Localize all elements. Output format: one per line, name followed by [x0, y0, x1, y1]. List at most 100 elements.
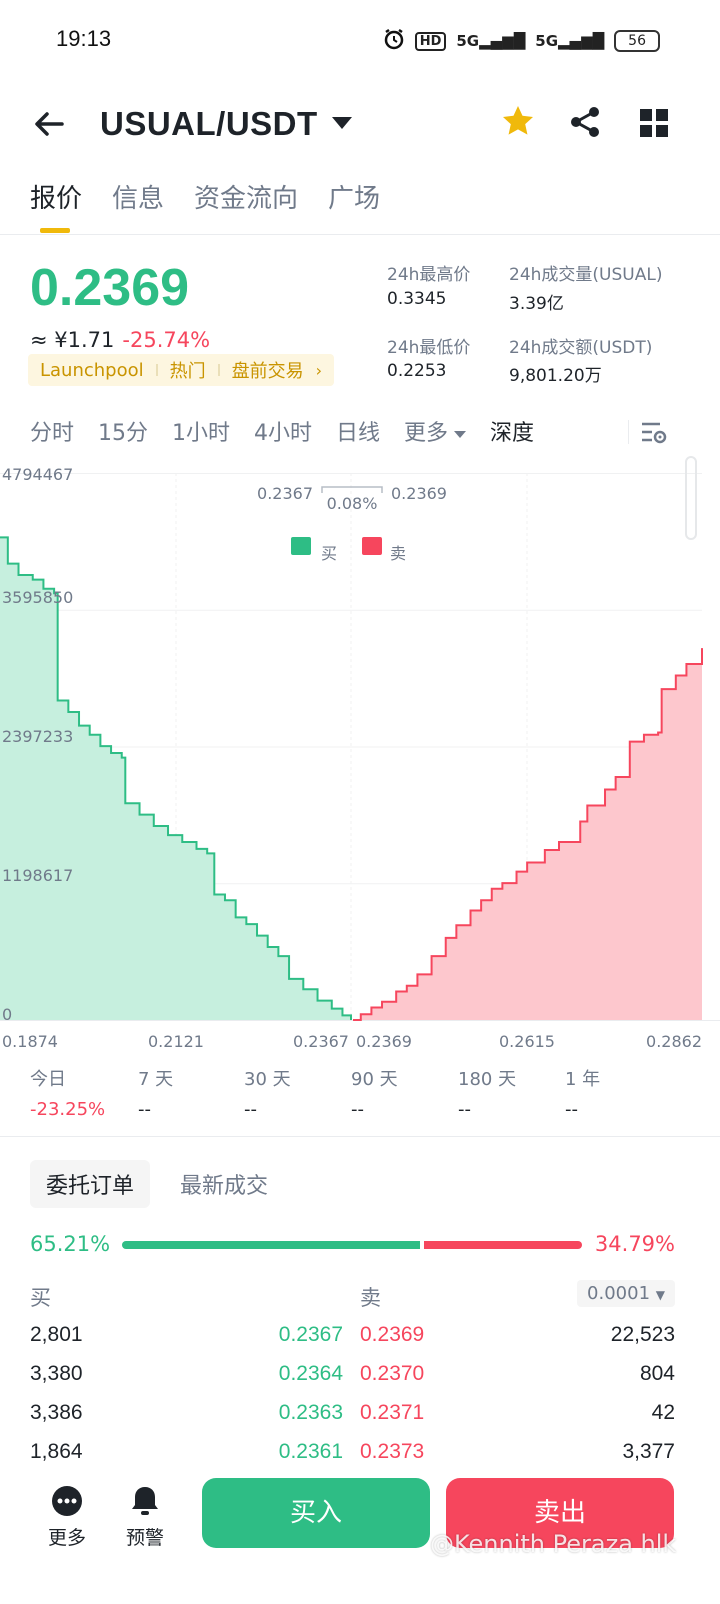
volume-base-label: 24h成交量(USUAL) [509, 265, 663, 285]
bid-quantity: 2,801 [30, 1323, 83, 1346]
ask-price: 0.2370 [360, 1362, 425, 1385]
depth-chart[interactable]: 4794467 3595850 2397233 1198617 0 0.1874 0.212… [0, 455, 720, 1055]
perf-label: 30 天 [244, 1069, 291, 1090]
high-label: 24h最高价 [387, 265, 471, 285]
x-tick-label: 0.2367 [293, 1032, 349, 1051]
tab-quote[interactable]: 报价 [30, 178, 82, 233]
perf-value: -- [565, 1099, 578, 1120]
spread-label: 0.08% [327, 494, 378, 513]
sell-percentage: 34.79% [594, 1232, 675, 1256]
signal-5g-icon-2: 5G▂▄▆█ [535, 32, 605, 50]
perf-180d: 180 天 -- [458, 1065, 516, 1120]
x-tick-label: 0.2615 [499, 1032, 555, 1051]
depth-chart-svg: 4794467 3595850 2397233 1198617 0 0.1874 0.212… [0, 456, 720, 1051]
orderbook-header: 买 卖 0.0001 ▼ [30, 1280, 675, 1314]
perf-value: -- [458, 1099, 471, 1120]
y-tick-label: 0 [2, 1005, 12, 1024]
divider [0, 1136, 720, 1137]
cny-price: ≈ ¥1.71 -25.74% [30, 328, 210, 352]
status-bar: 19:13 HD 5G▂▄▆█ 5G▂▄▆█ 56 [0, 0, 720, 80]
bid-price: 0.2363 [278, 1401, 343, 1424]
divider-vertical [628, 420, 629, 444]
buy-column-label: 买 [30, 1286, 51, 1310]
best-ask-label: 0.2369 [391, 484, 447, 503]
ask-quantity: 3,377 [622, 1440, 675, 1462]
tab-latest-trades[interactable]: 最新成交 [180, 1168, 268, 1200]
bid-quantity: 3,380 [30, 1362, 83, 1385]
watermark-text: @Kennith Peraza hlk [430, 1530, 677, 1558]
interval-4h[interactable]: 4小时 [254, 415, 312, 447]
sell-column-label: 卖 [360, 1286, 381, 1310]
perf-30d: 30 天 -- [244, 1065, 291, 1120]
pair-dropdown-icon[interactable] [332, 117, 352, 129]
precision-select[interactable]: 0.0001 ▼ [577, 1280, 675, 1307]
ask-price: 0.2369 [360, 1323, 425, 1346]
interval-15m[interactable]: 15分 [98, 415, 148, 447]
volume-quote-value: 9,801.20万 [509, 366, 602, 386]
y-tick-label: 4794467 [2, 465, 73, 484]
low-label: 24h最低价 [387, 338, 471, 358]
perf-today: 今日 -23.25% [30, 1065, 105, 1120]
tag-launchpool[interactable]: Launchpool [40, 360, 144, 381]
orderbook-row[interactable]: 1,864 0.2361 0.2373 3,377 [30, 1440, 675, 1462]
tag-bar[interactable]: Launchpool 热门 盘前交易 › [28, 354, 335, 386]
more-label: 更多 [48, 1527, 87, 1549]
bell-icon [132, 1487, 158, 1515]
tag-hot[interactable]: 热门 [170, 357, 206, 383]
interval-timeshare[interactable]: 分时 [30, 415, 74, 447]
tab-square[interactable]: 广场 [328, 178, 380, 215]
perf-label: 今日 [30, 1069, 66, 1090]
status-time: 19:13 [56, 26, 112, 51]
tag-premarket[interactable]: 盘前交易 [232, 357, 304, 383]
tab-info[interactable]: 信息 [112, 178, 164, 215]
interval-more[interactable]: 更多 [404, 415, 467, 447]
interval-1d[interactable]: 日线 [336, 415, 380, 447]
buy-button[interactable]: 买入 [202, 1478, 430, 1548]
perf-value: -- [138, 1099, 151, 1120]
share-icon[interactable] [568, 105, 602, 143]
y-tick-label: 2397233 [2, 727, 73, 746]
y-tick-label: 1198617 [2, 866, 73, 885]
orderbook-row[interactable]: 3,386 0.2363 0.2371 42 [30, 1401, 675, 1431]
trading-pair-title[interactable]: USUAL/USDT [100, 105, 318, 143]
perf-label: 1 年 [565, 1069, 601, 1090]
buy-sell-ratio: 65.21% 34.79% [30, 1232, 675, 1262]
alert-button[interactable]: 预警 [126, 1484, 164, 1550]
chart-settings-icon[interactable] [640, 420, 668, 450]
perf-90d: 90 天 -- [351, 1065, 398, 1120]
perf-7d: 7 天 -- [138, 1065, 173, 1120]
perf-value: -- [351, 1099, 364, 1120]
back-arrow-icon[interactable] [32, 107, 66, 149]
perf-1y: 1 年 -- [565, 1065, 600, 1120]
cny-value: ≈ ¥1.71 [30, 328, 115, 352]
ask-price: 0.2371 [360, 1401, 425, 1424]
signal-5g-icon: 5G▂▄▆█ [456, 32, 526, 50]
x-tick-label: 0.2369 [356, 1032, 412, 1051]
sell-ratio-bar [424, 1241, 582, 1249]
interval-1h[interactable]: 1小时 [172, 415, 230, 447]
favorite-star-icon[interactable] [500, 103, 536, 148]
interval-depth[interactable]: 深度 [490, 415, 534, 447]
orderbook-row[interactable]: 3,380 0.2364 0.2370 804 [30, 1362, 675, 1392]
chart-scrollbar[interactable] [685, 456, 697, 540]
performance-row: 今日 -23.25% 7 天 -- 30 天 -- 90 天 -- 180 天 -- 1 … [0, 1065, 720, 1135]
layout-grid-icon[interactable] [640, 109, 668, 137]
low-value: 0.2253 [387, 361, 447, 381]
interval-more-label: 更多 [404, 421, 449, 446]
more-button[interactable]: 更多 [48, 1484, 86, 1550]
ask-quantity: 804 [639, 1362, 675, 1385]
tab-order-book[interactable]: 委托订单 [30, 1160, 151, 1208]
x-tick-label: 0.2862 [646, 1032, 702, 1051]
perf-label: 7 天 [138, 1069, 174, 1090]
more-dots-icon [52, 1486, 82, 1516]
buy-percentage: 65.21% [30, 1232, 111, 1256]
divider [0, 234, 720, 235]
best-bid-label: 0.2367 [257, 484, 313, 503]
tab-fund-flow[interactable]: 资金流向 [194, 178, 298, 215]
bid-price: 0.2367 [278, 1323, 343, 1346]
x-tick-label: 0.1874 [2, 1032, 58, 1051]
alarm-icon [383, 28, 405, 54]
bid-price: 0.2361 [278, 1440, 343, 1462]
perf-label: 90 天 [351, 1069, 398, 1090]
orderbook-row[interactable]: 2,801 0.2367 0.2369 22,523 [30, 1323, 675, 1353]
